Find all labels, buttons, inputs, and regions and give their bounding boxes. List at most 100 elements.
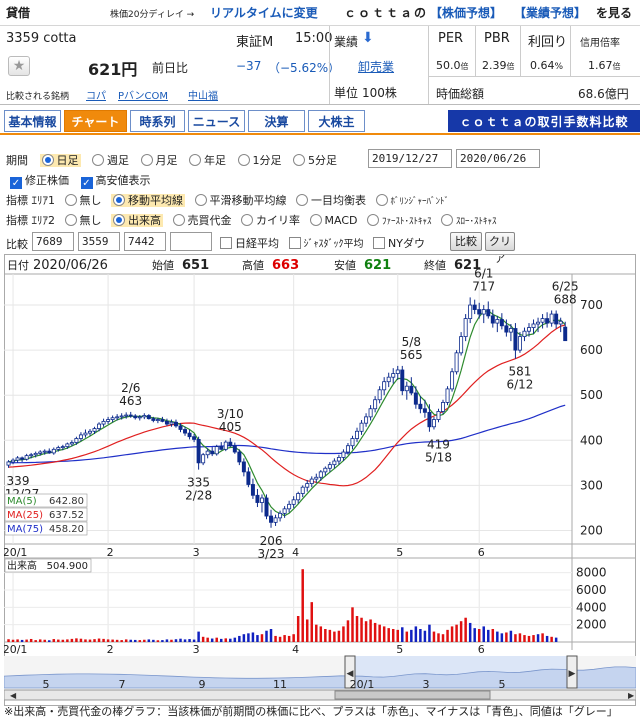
earnings-forecast-link[interactable]: 【業績予想】 [514, 4, 586, 21]
ohlc-open-value: 651 [182, 258, 209, 273]
brand-text: ｃｏｔｔａの [344, 6, 429, 20]
fee-comparison-banner[interactable]: ｃｏｔｔａの取引手数料比較 [448, 110, 640, 132]
volume-bar [541, 633, 544, 642]
volume-bar [455, 624, 458, 642]
ind1-none[interactable]: 無し [64, 194, 102, 207]
candle-body [527, 327, 531, 332]
candle-body [155, 419, 160, 421]
volume-bar [487, 629, 490, 642]
pbr-header: PBR [484, 31, 510, 46]
volume-bar [550, 636, 553, 642]
price-tick-label: 700 [580, 298, 603, 312]
ma-legend-label: MA(25) [7, 510, 43, 521]
volume-bar [355, 616, 359, 642]
volume-bar [419, 629, 422, 642]
ind2-macd[interactable]: MACD [309, 214, 357, 227]
volume-bar [328, 629, 332, 642]
ind1-moving-average[interactable]: 移動平均線 [111, 194, 185, 207]
candle-body [201, 454, 206, 464]
adjusted-price-checkbox[interactable]: ✓ 修正株価 [10, 174, 69, 189]
sector-link[interactable]: 卸売業 [358, 58, 394, 75]
date-to-input[interactable]: 2020/06/26 [456, 149, 540, 168]
tab-chart[interactable]: チャート [64, 110, 127, 132]
candle-body [517, 336, 522, 351]
candle-body [513, 328, 518, 351]
period-monthly[interactable]: 月足 [140, 154, 178, 167]
volume-bar [75, 638, 78, 642]
compare-code-3[interactable]: 7442 [124, 232, 166, 251]
favorite-star-icon[interactable]: ★ [8, 56, 30, 76]
ind2-deviation[interactable]: カイリ率 [241, 214, 300, 227]
candle-body [169, 421, 174, 425]
candle-body [83, 432, 88, 436]
peer-link-3[interactable]: 中山福 [188, 87, 218, 102]
period-daily[interactable]: 日足 [39, 154, 81, 167]
tab-basic-info[interactable]: 基本情報 [4, 110, 61, 132]
volume-bar [97, 638, 101, 642]
cmp-nydow-checkbox[interactable]: NYダウ [373, 237, 425, 250]
highlow-checkbox[interactable]: ✓ 高安値表示 [80, 174, 151, 189]
volume-bar [310, 602, 314, 642]
compare-button[interactable]: 比較 [450, 232, 482, 251]
candle-body [540, 318, 545, 323]
volume-bar [410, 629, 413, 642]
compare-code-2[interactable]: 3559 [78, 232, 120, 251]
volume-bar [165, 639, 169, 642]
arrow-down-icon: ⬇ [362, 30, 374, 46]
ind1-bollinger[interactable]: ﾎﾞﾘﾝｼﾞｬｰﾊﾞﾝﾄﾞ [375, 194, 449, 207]
annotation-label: 405 [219, 420, 242, 434]
topbar-tail: を見る [596, 6, 633, 20]
candle-body [278, 512, 283, 519]
stock-forecast-link[interactable]: 【株価予想】 [430, 4, 502, 21]
candle-body [196, 439, 201, 464]
period-5min[interactable]: 5分足 [293, 154, 337, 167]
candle-body [33, 452, 38, 456]
candle-body [237, 451, 242, 463]
volume-bar [437, 633, 440, 642]
volume-bar [373, 622, 377, 642]
candle-body [183, 429, 188, 434]
peer-link-2[interactable]: PバンCOM [118, 87, 168, 102]
volume-bar [170, 639, 173, 642]
ind1-ichimoku[interactable]: 一目均衡表 [296, 194, 366, 207]
candle-body [205, 450, 210, 456]
annotation-label: 581 [508, 365, 531, 379]
volume-bar [48, 640, 51, 642]
candle-body [364, 416, 369, 424]
tab-timeseries[interactable]: 時系列 [130, 110, 185, 132]
volume-bar [152, 639, 155, 642]
candle-body [422, 408, 427, 413]
ind2-trading-value[interactable]: 売買代金 [172, 214, 232, 227]
candle-body [219, 446, 224, 450]
candle-body [332, 460, 337, 466]
ind2-none[interactable]: 無し [64, 214, 102, 227]
per-value: 50.0倍 [436, 59, 469, 72]
cmp-jasdaq-checkbox[interactable]: ｼﾞｬｽﾀﾞｯｸ平均 [288, 237, 364, 250]
period-weekly[interactable]: 週足 [92, 154, 129, 167]
compare-code-4[interactable] [170, 232, 212, 251]
tab-shareholders[interactable]: 大株主 [308, 110, 365, 132]
ind2-fast-stoch[interactable]: ﾌｧｰｽﾄ･ｽﾄｷｬｽ [366, 214, 432, 227]
volume-bar [34, 640, 37, 642]
compare-code-1[interactable]: 7689 [32, 232, 74, 251]
ma-legend-label: MA(75) [7, 524, 43, 535]
period-yearly[interactable]: 年足 [189, 154, 226, 167]
peer-link-1[interactable]: コパ [86, 87, 106, 102]
volume-bar [25, 639, 28, 642]
volume-bar [532, 635, 535, 642]
tab-earnings[interactable]: 決算 [248, 110, 305, 132]
realtime-link[interactable]: リアルタイムに変更 [210, 4, 318, 21]
ind1-smoothed-ma[interactable]: 平滑移動平均線 [194, 194, 287, 207]
ind2-slow-stoch[interactable]: ｽﾛｰ･ｽﾄｷｬｽ [441, 214, 497, 227]
ind2-volume[interactable]: 出来高 [111, 214, 163, 227]
clear-button[interactable]: クリア [485, 232, 515, 265]
volume-bar [88, 639, 92, 642]
tab-news[interactable]: ニュース [188, 110, 245, 132]
date-from-input[interactable]: 2019/12/27 [368, 149, 452, 168]
candle-body [187, 432, 192, 438]
candle-body [545, 318, 550, 324]
volume-bar [57, 639, 60, 642]
period-1min[interactable]: 1分足 [237, 154, 282, 167]
cmp-nikkei-checkbox[interactable]: 日経平均 [220, 237, 279, 250]
footer-note: ※出来高・売買代金の棒グラフ：当該株価が前期間の株価に比べ、プラスは「赤色」、マ… [4, 705, 618, 718]
